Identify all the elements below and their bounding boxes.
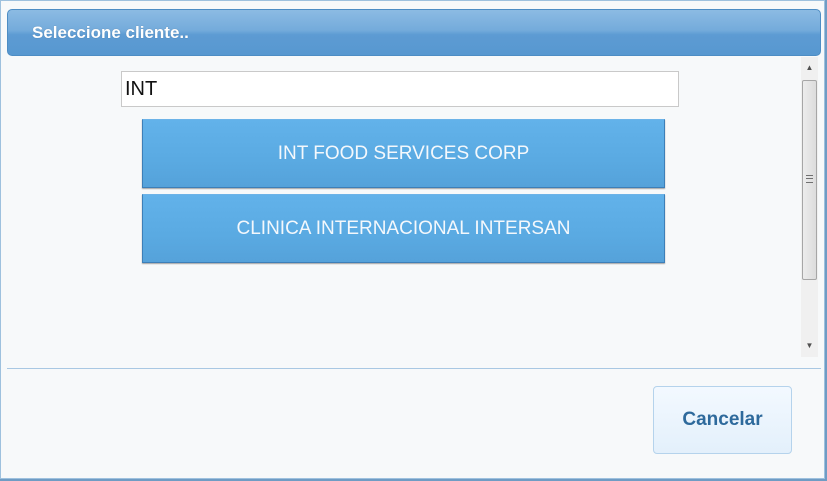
dialog-content: INT FOOD SERVICES CORP CLINICA INTERNACI… [7,57,821,357]
client-list: INT FOOD SERVICES CORP CLINICA INTERNACI… [142,119,665,269]
client-search-input[interactable] [121,71,679,107]
dialog-footer: Cancelar [1,369,824,478]
grip-icon [806,175,813,183]
arrow-up-icon[interactable]: ▲ [801,59,818,76]
client-option-button[interactable]: CLINICA INTERNACIONAL INTERSAN [142,194,665,263]
dialog-title: Seleccione cliente.. [32,23,189,42]
scrollbar-thumb[interactable] [802,80,817,280]
arrow-down-icon[interactable]: ▼ [801,337,818,354]
dialog-titlebar: Seleccione cliente.. [7,9,821,56]
client-option-button[interactable]: INT FOOD SERVICES CORP [142,119,665,188]
cancel-button[interactable]: Cancelar [653,386,792,454]
select-client-dialog: Seleccione cliente.. INT FOOD SERVICES C… [0,0,825,479]
vertical-scrollbar[interactable]: ▲ ▼ [801,57,818,357]
